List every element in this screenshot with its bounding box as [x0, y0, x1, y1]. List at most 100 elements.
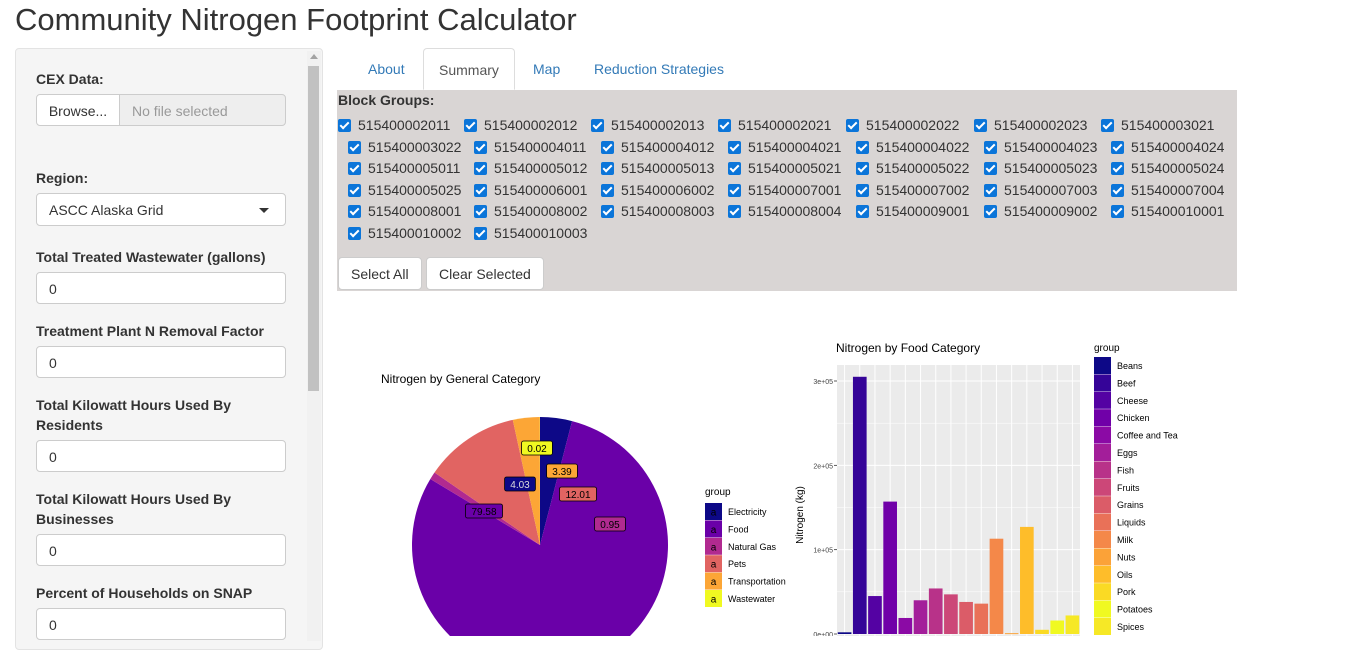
block-group-checkbox[interactable]: 515400002011 [338, 115, 450, 135]
block-group-checkbox[interactable]: 515400002022 [846, 115, 959, 135]
region-select[interactable]: ASCC Alaska Grid [36, 193, 286, 226]
block-group-checkbox[interactable]: 515400004021 [728, 137, 841, 157]
checkbox-checked-icon[interactable] [601, 162, 614, 175]
checkbox-checked-icon[interactable] [601, 184, 614, 197]
checkbox-checked-icon[interactable] [1111, 162, 1124, 175]
block-group-checkbox[interactable]: 515400008001 [348, 201, 461, 221]
checkbox-checked-icon[interactable] [348, 162, 361, 175]
block-group-checkbox[interactable]: 515400005025 [348, 180, 461, 200]
block-group-checkbox[interactable]: 515400002012 [464, 115, 577, 135]
block-group-checkbox[interactable]: 515400007004 [1111, 180, 1224, 200]
block-group-checkbox[interactable]: 515400005024 [1111, 158, 1224, 178]
checkbox-checked-icon[interactable] [846, 119, 859, 132]
block-group-checkbox[interactable]: 515400005021 [728, 158, 841, 178]
checkbox-checked-icon[interactable] [728, 184, 741, 197]
checkbox-checked-icon[interactable] [728, 162, 741, 175]
block-group-checkbox[interactable]: 515400010002 [348, 223, 461, 243]
checkbox-checked-icon[interactable] [1111, 141, 1124, 154]
checkbox-checked-icon[interactable] [348, 184, 361, 197]
checkbox-checked-icon[interactable] [474, 205, 487, 218]
block-group-checkbox[interactable]: 515400005013 [601, 158, 714, 178]
checkbox-checked-icon[interactable] [474, 162, 487, 175]
block-group-checkbox[interactable]: 515400009002 [984, 201, 1097, 221]
tab-map[interactable]: Map [518, 48, 575, 90]
scrollbar-thumb[interactable] [308, 66, 319, 391]
checkbox-checked-icon[interactable] [1111, 205, 1124, 218]
checkbox-checked-icon[interactable] [474, 141, 487, 154]
bar-legend-swatch [1094, 583, 1111, 600]
bar-legend-label: Nuts [1117, 552, 1136, 562]
block-group-checkbox[interactable]: 515400005012 [474, 158, 587, 178]
pie-value-label: 0.02 [527, 444, 547, 455]
block-group-checkbox[interactable]: 515400010001 [1111, 201, 1224, 221]
tab-about[interactable]: About [353, 48, 420, 90]
checkbox-checked-icon[interactable] [856, 184, 869, 197]
block-group-checkbox[interactable]: 515400003021 [1101, 115, 1214, 135]
checkbox-checked-icon[interactable] [474, 184, 487, 197]
block-group-checkbox[interactable]: 515400005022 [856, 158, 969, 178]
checkbox-checked-icon[interactable] [718, 119, 731, 132]
bar-title: Nitrogen by Food Category [836, 341, 980, 355]
tab-reduction-strategies[interactable]: Reduction Strategies [579, 48, 739, 90]
block-group-checkbox[interactable]: 515400008003 [601, 201, 714, 221]
block-group-checkbox[interactable]: 515400005011 [348, 158, 460, 178]
block-group-checkbox[interactable]: 515400004022 [856, 137, 969, 157]
block-group-checkbox[interactable]: 515400007001 [728, 180, 841, 200]
checkbox-checked-icon[interactable] [728, 205, 741, 218]
block-group-checkbox[interactable]: 515400004011 [474, 137, 586, 157]
checkbox-checked-icon[interactable] [1101, 119, 1114, 132]
checkbox-checked-icon[interactable] [464, 119, 477, 132]
block-group-checkbox[interactable]: 515400008004 [728, 201, 841, 221]
block-group-checkbox[interactable]: 515400006001 [474, 180, 587, 200]
checkbox-checked-icon[interactable] [338, 119, 351, 132]
checkbox-checked-icon[interactable] [984, 205, 997, 218]
block-group-checkbox[interactable]: 515400007003 [984, 180, 1097, 200]
checkbox-checked-icon[interactable] [348, 141, 361, 154]
block-group-checkbox[interactable]: 515400009001 [856, 201, 969, 221]
tab-summary[interactable]: Summary [423, 48, 515, 90]
block-group-label: 515400002021 [738, 117, 831, 133]
clear-selected-button[interactable]: Clear Selected [426, 257, 544, 290]
block-group-checkbox[interactable]: 515400007002 [856, 180, 969, 200]
bar [853, 377, 867, 634]
bar-legend-swatch [1094, 444, 1111, 461]
checkbox-checked-icon[interactable] [984, 162, 997, 175]
kwh-residents-input[interactable]: 0 [36, 440, 286, 472]
checkbox-checked-icon[interactable] [856, 162, 869, 175]
checkbox-checked-icon[interactable] [856, 141, 869, 154]
scroll-up-icon[interactable] [310, 54, 318, 59]
block-group-checkbox[interactable]: 515400010003 [474, 223, 587, 243]
checkbox-checked-icon[interactable] [728, 141, 741, 154]
checkbox-checked-icon[interactable] [591, 119, 604, 132]
block-group-checkbox[interactable]: 515400008002 [474, 201, 587, 221]
sidebar-scrollbar[interactable] [307, 51, 321, 641]
wastewater-input[interactable]: 0 [36, 272, 286, 304]
checkbox-checked-icon[interactable] [601, 141, 614, 154]
bar-y-axis-label: Nitrogen (kg) [795, 486, 806, 544]
checkbox-checked-icon[interactable] [984, 141, 997, 154]
select-all-button[interactable]: Select All [338, 257, 422, 290]
checkbox-checked-icon[interactable] [856, 205, 869, 218]
checkbox-checked-icon[interactable] [1111, 184, 1124, 197]
checkbox-checked-icon[interactable] [601, 205, 614, 218]
snap-input[interactable]: 0 [36, 608, 286, 640]
block-group-checkbox[interactable]: 515400002023 [974, 115, 1087, 135]
block-group-checkbox[interactable]: 515400003022 [348, 137, 461, 157]
block-group-checkbox[interactable]: 515400004023 [984, 137, 1097, 157]
checkbox-checked-icon[interactable] [348, 227, 361, 240]
pie-chart: Nitrogen by General Category 4.0379.580.… [370, 360, 800, 636]
checkbox-checked-icon[interactable] [474, 227, 487, 240]
block-group-checkbox[interactable]: 515400006002 [601, 180, 714, 200]
browse-button[interactable]: Browse... [36, 94, 120, 126]
block-group-checkbox[interactable]: 515400004024 [1111, 137, 1224, 157]
n-removal-input[interactable]: 0 [36, 346, 286, 378]
checkbox-checked-icon[interactable] [974, 119, 987, 132]
bar-legend-swatch [1094, 548, 1111, 565]
block-group-checkbox[interactable]: 515400004012 [601, 137, 714, 157]
block-group-checkbox[interactable]: 515400002021 [718, 115, 831, 135]
checkbox-checked-icon[interactable] [348, 205, 361, 218]
checkbox-checked-icon[interactable] [984, 184, 997, 197]
kwh-businesses-input[interactable]: 0 [36, 534, 286, 566]
block-group-checkbox[interactable]: 515400005023 [984, 158, 1097, 178]
block-group-checkbox[interactable]: 515400002013 [591, 115, 704, 135]
